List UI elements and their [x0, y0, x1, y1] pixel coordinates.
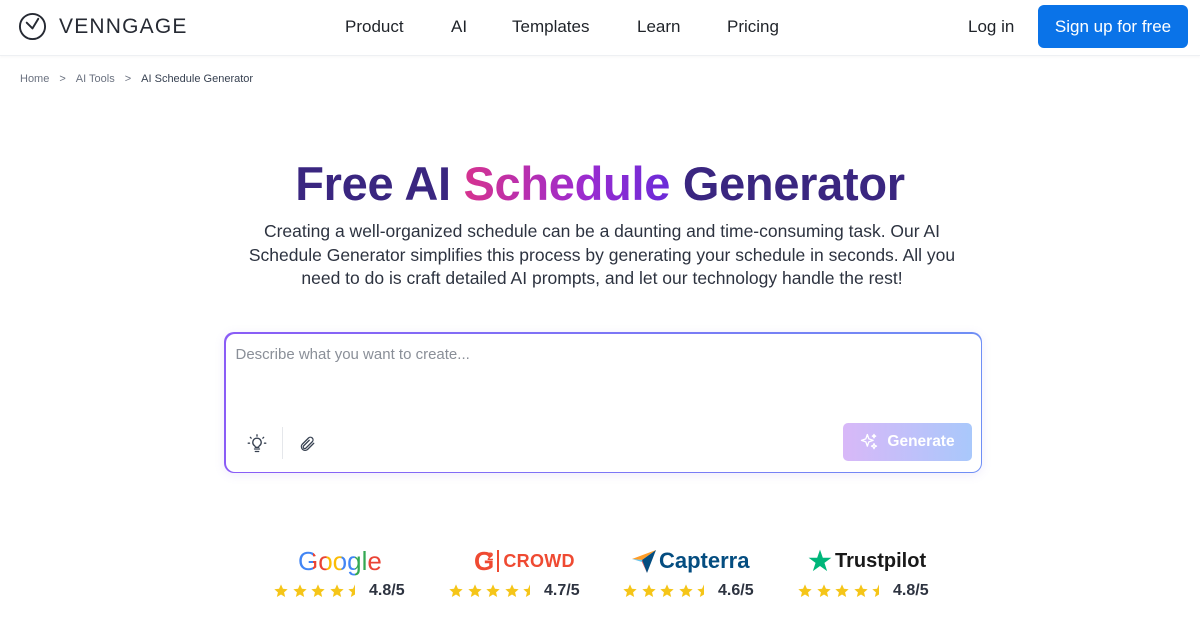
star-half-icon: [697, 584, 711, 597]
rating-score: 4.7/5: [544, 582, 580, 599]
google-logo: Google: [298, 545, 382, 577]
page-title: Free AI Schedule Generator: [0, 156, 1200, 211]
star-full-icon: [678, 584, 693, 597]
breadcrumb: Home > AI Tools > AI Schedule Generator: [20, 73, 253, 85]
g2-superscript: 2: [487, 551, 494, 563]
lightbulb-icon: [247, 433, 266, 452]
g2crowd-logo: G 2 CROWD: [474, 545, 575, 577]
star-full-icon: [329, 584, 344, 597]
rating-score: 4.6/5: [718, 582, 754, 599]
generate-button[interactable]: Generate: [842, 422, 972, 461]
rating-google: Google 4.8/5: [273, 545, 423, 605]
trustpilot-wordmark: Trustpilot: [835, 549, 927, 572]
star-half-icon: [348, 584, 362, 597]
g2-divider: [497, 550, 500, 572]
nav-ai[interactable]: AI: [451, 17, 467, 37]
capterra-wordmark: Capterra: [659, 548, 750, 573]
google-wordmark: Google: [298, 545, 382, 576]
nav-templates[interactable]: Templates: [512, 17, 589, 37]
idea-button[interactable]: [242, 429, 272, 459]
breadcrumb-separator: >: [59, 73, 66, 85]
star-rating: [622, 583, 715, 599]
star-full-icon: [449, 584, 463, 597]
rating-capterra: Capterra 4.6/5: [622, 545, 772, 605]
star-full-icon: [311, 584, 325, 597]
star-full-icon: [641, 584, 656, 597]
main-nav: Product AI Templates Learn Pricing: [0, 17, 1200, 39]
star-full-icon: [486, 584, 500, 597]
trustpilot-star-icon: [808, 549, 832, 572]
paperclip-icon: [300, 436, 314, 451]
breadcrumb-separator: >: [124, 73, 132, 85]
capterra-logo: Capterra: [631, 545, 749, 577]
toolbar-divider: [281, 426, 283, 459]
star-full-icon: [816, 584, 831, 597]
prompt-box-inner: Generate: [225, 333, 981, 472]
crowd-wordmark: CROWD: [503, 550, 575, 571]
nav-product[interactable]: Product: [345, 17, 404, 37]
star-full-icon: [853, 584, 868, 597]
rating-trustpilot: Trustpilot 4.8/5: [797, 545, 947, 605]
nav-pricing[interactable]: Pricing: [727, 17, 779, 37]
star-full-icon: [623, 584, 637, 597]
star-half-icon: [523, 584, 537, 597]
star-full-icon: [798, 584, 812, 597]
breadcrumb-current: AI Schedule Generator: [141, 73, 254, 85]
nav-learn[interactable]: Learn: [637, 17, 680, 37]
breadcrumb-ai-tools[interactable]: AI Tools: [76, 73, 115, 85]
title-part2: Generator: [670, 157, 905, 210]
prompt-input[interactable]: [235, 345, 966, 406]
rating-score: 4.8/5: [369, 582, 405, 599]
sparkle-icon: [861, 433, 878, 449]
generate-label: Generate: [887, 432, 955, 450]
star-full-icon: [467, 584, 482, 597]
trustpilot-logo: Trustpilot: [807, 545, 926, 577]
title-highlight: Schedule: [463, 157, 671, 210]
star-rating: [448, 583, 541, 599]
star-full-icon: [292, 584, 307, 597]
capterra-arrow-icon: [632, 550, 656, 573]
signup-button[interactable]: Sign up for free: [1038, 5, 1188, 48]
star-rating: [273, 583, 366, 599]
title-part1: Free AI: [295, 157, 464, 210]
prompt-box: Generate: [224, 332, 982, 473]
star-full-icon: [660, 584, 674, 597]
star-rating: [797, 583, 890, 599]
star-full-icon: [274, 584, 288, 597]
star-half-icon: [872, 584, 886, 597]
attach-button[interactable]: [292, 429, 322, 459]
breadcrumb-home[interactable]: Home: [20, 73, 49, 85]
rating-score: 4.8/5: [893, 582, 929, 599]
login-link[interactable]: Log in: [968, 17, 1014, 37]
star-full-icon: [504, 584, 519, 597]
page-description: Creating a well-organized schedule can b…: [248, 221, 956, 288]
rating-g2crowd: G 2 CROWD 4.7/5: [448, 545, 598, 605]
star-full-icon: [835, 584, 849, 597]
site-header: VENNGAGE Product AI Templates Learn Pric…: [0, 0, 1200, 56]
